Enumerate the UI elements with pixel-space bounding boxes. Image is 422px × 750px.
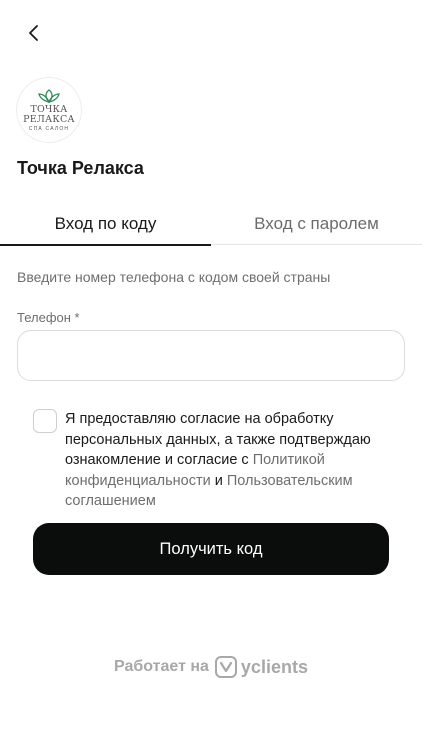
chevron-left-icon: [29, 25, 38, 41]
logo-text-line2: РЕЛАКСА: [23, 113, 75, 125]
powered-by-label: Работает на: [114, 658, 209, 675]
phone-hint: Введите номер телефона с кодом своей стр…: [17, 269, 331, 285]
back-button[interactable]: [22, 20, 46, 46]
yclients-logo-icon: [214, 656, 237, 678]
tab-code-login[interactable]: Вход по коду: [0, 212, 211, 246]
login-tabs: Вход по коду Вход с паролем: [0, 212, 422, 246]
get-code-button[interactable]: Получить код: [33, 523, 389, 575]
consent-text-middle: и: [210, 472, 227, 489]
consent-text: Я предоставляю согласие на обработку пер…: [65, 409, 395, 512]
tab-password-login[interactable]: Вход с паролем: [211, 212, 422, 244]
phone-label: Телефон *: [17, 310, 80, 325]
salon-logo: ТОЧКА РЕЛАКСА СПА САЛОН: [17, 78, 81, 142]
consent-text-before: Я предоставляю согласие на обработку пер…: [65, 411, 371, 468]
logo-text-line1: ТОЧКА: [30, 103, 68, 115]
lotus-icon: [38, 88, 60, 103]
consent-checkbox[interactable]: [33, 409, 57, 433]
phone-input[interactable]: [17, 330, 405, 381]
salon-name: Точка Релакса: [17, 158, 144, 178]
yclients-brand[interactable]: yclients: [241, 657, 308, 678]
logo-text-line3: СПА САЛОН: [28, 125, 70, 132]
powered-by: Работает на yclients: [0, 656, 422, 678]
